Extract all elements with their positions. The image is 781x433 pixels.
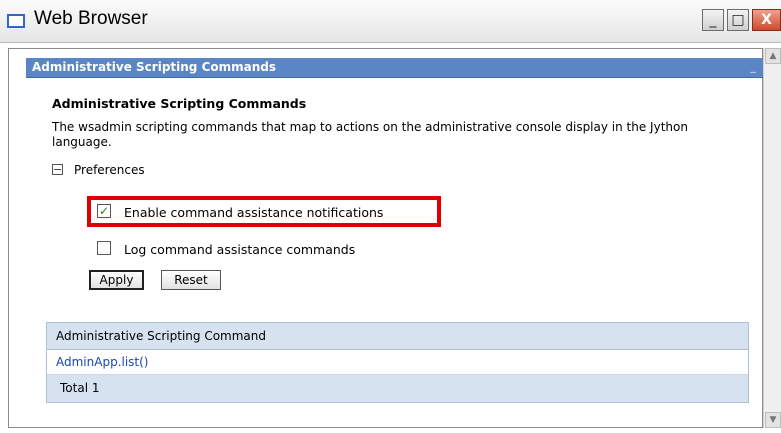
commands-table: Administrative Scripting Command AdminAp… xyxy=(46,322,749,403)
scroll-up-icon[interactable]: ▲ xyxy=(765,48,781,64)
log-commands-checkbox[interactable] xyxy=(97,241,111,255)
vertical-scrollbar[interactable]: ▲ ▼ xyxy=(763,48,781,428)
title-bar[interactable]: Web Browser _ □ X xyxy=(0,0,781,43)
portlet-title-bar: Administrative Scripting Commands _ xyxy=(26,58,763,78)
portlet-title: Administrative Scripting Commands xyxy=(32,60,277,74)
browser-window: Web Browser _ □ X ▲ ▼ Administrative Scr… xyxy=(0,0,781,433)
maximize-button[interactable]: □ xyxy=(727,9,749,31)
apply-button[interactable]: Apply xyxy=(89,270,144,290)
window-icon xyxy=(7,14,25,28)
reset-button[interactable]: Reset xyxy=(161,270,221,290)
preferences-label[interactable]: Preferences xyxy=(74,163,145,177)
portlet-minimize-icon[interactable]: _ xyxy=(747,61,759,73)
collapse-preferences-icon[interactable]: − xyxy=(52,164,63,175)
table-row-link[interactable]: AdminApp.list() xyxy=(47,350,748,375)
enable-notifications-label[interactable]: Enable command assistance notifications xyxy=(124,205,383,220)
enable-notifications-checkbox[interactable]: ✓ xyxy=(97,204,111,218)
page-heading: Administrative Scripting Commands xyxy=(52,96,307,111)
close-button[interactable]: X xyxy=(752,9,781,31)
minimize-button[interactable]: _ xyxy=(702,9,724,31)
window-title: Web Browser xyxy=(34,8,148,29)
table-header: Administrative Scripting Command xyxy=(47,323,748,350)
scroll-down-icon[interactable]: ▼ xyxy=(765,412,781,428)
log-commands-label[interactable]: Log command assistance commands xyxy=(124,242,355,257)
table-total: Total 1 xyxy=(47,375,748,402)
page-description: The wsadmin scripting commands that map … xyxy=(52,120,688,149)
